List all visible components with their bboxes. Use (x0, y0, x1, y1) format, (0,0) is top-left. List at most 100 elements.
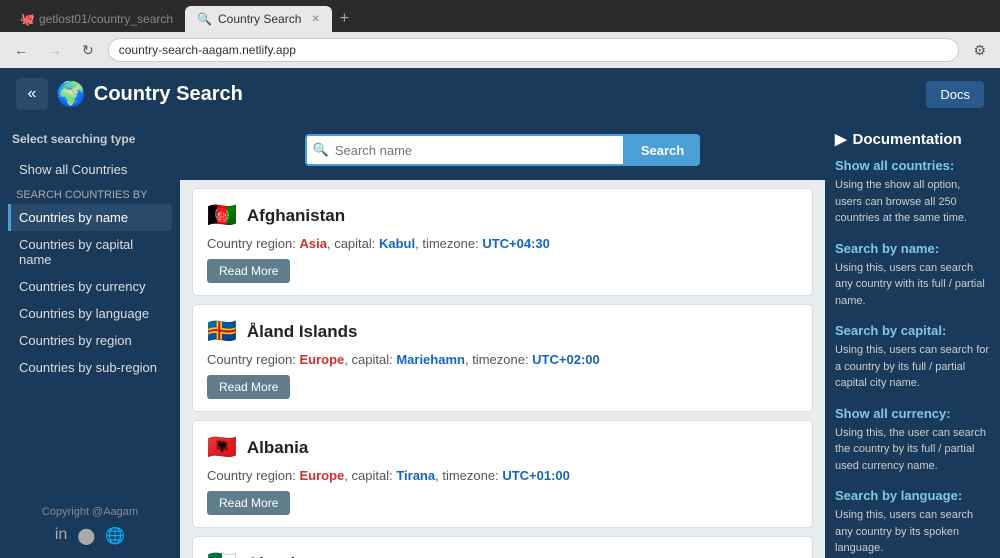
search-button[interactable]: Search (625, 134, 700, 166)
active-tab-label: Country Search (218, 12, 301, 26)
docs-button[interactable]: Docs (926, 81, 984, 108)
search-input[interactable] (305, 134, 625, 166)
region-link[interactable]: Europe (300, 468, 345, 483)
doc-section-search-capital-body: Using this, users can search for a count… (835, 342, 990, 392)
doc-section-search-name-body: Using this, users can search any country… (835, 260, 990, 310)
search-form: 🔍 Search (305, 134, 700, 166)
globe-icon[interactable]: 🌐 (105, 526, 125, 546)
sidebar-item-subregion[interactable]: Countries by sub-region (8, 354, 172, 381)
country-header: 🇦🇽 Åland Islands (207, 317, 798, 346)
forward-button[interactable]: → (42, 40, 68, 60)
docs-panel-title: ▶ Documentation (835, 130, 990, 148)
back-button[interactable]: ← (8, 40, 34, 60)
doc-section-show-currency-title: Show all currency: (835, 406, 990, 421)
tab-active[interactable]: 🔍 Country Search ✕ (185, 6, 332, 32)
search-bar-area: 🔍 Search (180, 120, 825, 180)
country-name: Algeria (247, 554, 305, 558)
sidebar-spacer (8, 381, 172, 506)
region-link[interactable]: Asia (300, 236, 327, 251)
reload-button[interactable]: ↻ (76, 40, 100, 61)
doc-section-show-currency: Show all currency: Using this, the user … (835, 406, 990, 475)
browser-chrome: 🐙 getlost01/country_search 🔍 Country Sea… (0, 0, 1000, 68)
sidebar-item-language[interactable]: Countries by language (8, 300, 172, 327)
country-card-algeria: 🇩🇿 Algeria Country region: Africa, capit… (192, 536, 813, 558)
country-flag: 🇩🇿 (207, 549, 237, 558)
tab-bar: 🐙 getlost01/country_search 🔍 Country Sea… (0, 0, 1000, 32)
app-header: « 🌍 Country Search Docs (0, 68, 1000, 120)
country-card-aland: 🇦🇽 Åland Islands Country region: Europe,… (192, 304, 813, 412)
capital-link[interactable]: Kabul (379, 236, 415, 251)
doc-section-show-all: Show all countries: Using the show all o… (835, 158, 990, 227)
country-info: Country region: Europe, capital: Marieha… (207, 352, 798, 367)
doc-section-search-capital-title: Search by capital: (835, 323, 990, 338)
region-link[interactable]: Europe (300, 352, 345, 367)
tab-inactive[interactable]: 🐙 getlost01/country_search (8, 6, 185, 32)
sidebar-show-all[interactable]: Show all Countries (8, 156, 172, 183)
docs-title-text: Documentation (853, 131, 962, 148)
doc-section-search-name-title: Search by name: (835, 241, 990, 256)
doc-section-show-all-body: Using the show all option, users can bro… (835, 177, 990, 227)
doc-section-show-all-title: Show all countries: (835, 158, 990, 173)
header-logo-icon: 🌍 (56, 80, 86, 109)
doc-section-show-currency-body: Using this, the user can search the coun… (835, 425, 990, 475)
country-header: 🇦🇱 Albania (207, 433, 798, 462)
app-title: Country Search (94, 83, 243, 106)
sidebar-item-name[interactable]: Countries by name (8, 204, 172, 231)
sidebar-social-icons: in ⬤ 🌐 (8, 526, 172, 546)
search-tab-icon: 🔍 (197, 12, 212, 26)
doc-section-search-capital: Search by capital: Using this, users can… (835, 323, 990, 392)
tab-close-icon[interactable]: ✕ (311, 14, 319, 25)
sidebar-copyright: Copyright @Aagam (8, 506, 172, 518)
read-more-button[interactable]: Read More (207, 491, 290, 515)
sidebar-item-capital[interactable]: Countries by capital name (8, 231, 172, 273)
country-flag: 🇦🇽 (207, 317, 237, 346)
search-input-icon: 🔍 (313, 142, 329, 158)
timezone: UTC+04:30 (482, 236, 550, 251)
capital-link[interactable]: Tirana (396, 468, 435, 483)
address-text: country-search-aagam.netlify.app (119, 43, 296, 57)
github-icon[interactable]: ⬤ (77, 526, 95, 546)
sidebar-search-type-title: Select searching type (8, 132, 172, 146)
extensions-button[interactable]: ⚙ (967, 40, 992, 61)
tab-label: getlost01/country_search (39, 12, 173, 26)
country-flag: 🇦🇫 (207, 201, 237, 230)
country-name: Åland Islands (247, 322, 358, 342)
country-info: Country region: Europe, capital: Tirana,… (207, 468, 798, 483)
new-tab-button[interactable]: + (332, 6, 357, 32)
address-bar[interactable]: country-search-aagam.netlify.app (108, 38, 960, 62)
app: « 🌍 Country Search Docs Select searching… (0, 68, 1000, 558)
doc-section-search-language-body: Using this, users can search any country… (835, 507, 990, 557)
header-title: 🌍 Country Search (56, 80, 243, 109)
sidebar-search-by-title: Search Countries by (8, 183, 172, 204)
search-input-wrapper: 🔍 (305, 134, 625, 166)
main-content: 🔍 Search 🇦🇫 Afghanistan Country region: … (180, 120, 825, 558)
nav-bar: ← → ↻ country-search-aagam.netlify.app ⚙ (0, 32, 1000, 68)
doc-section-search-language: Search by language: Using this, users ca… (835, 488, 990, 557)
country-name: Albania (247, 438, 308, 458)
country-card-afghanistan: 🇦🇫 Afghanistan Country region: Asia, cap… (192, 188, 813, 296)
docs-arrow-icon: ▶ (835, 130, 847, 148)
timezone: UTC+02:00 (532, 352, 600, 367)
country-name: Afghanistan (247, 206, 345, 226)
sidebar-item-currency[interactable]: Countries by currency (8, 273, 172, 300)
country-list: 🇦🇫 Afghanistan Country region: Asia, cap… (180, 180, 825, 558)
doc-section-search-name: Search by name: Using this, users can se… (835, 241, 990, 310)
country-info: Country region: Asia, capital: Kabul, ti… (207, 236, 798, 251)
timezone: UTC+01:00 (502, 468, 570, 483)
read-more-button[interactable]: Read More (207, 259, 290, 283)
sidebar-item-region[interactable]: Countries by region (8, 327, 172, 354)
docs-panel: ▶ Documentation Show all countries: Usin… (825, 120, 1000, 558)
collapse-sidebar-button[interactable]: « (16, 78, 48, 110)
sidebar: Select searching type Show all Countries… (0, 120, 180, 558)
github-tab-icon: 🐙 (20, 12, 35, 26)
header-left: « 🌍 Country Search (16, 78, 243, 110)
read-more-button[interactable]: Read More (207, 375, 290, 399)
country-header: 🇩🇿 Algeria (207, 549, 798, 558)
linkedin-icon[interactable]: in (55, 526, 67, 546)
country-card-albania: 🇦🇱 Albania Country region: Europe, capit… (192, 420, 813, 528)
capital-link[interactable]: Mariehamn (396, 352, 465, 367)
country-header: 🇦🇫 Afghanistan (207, 201, 798, 230)
layout: Select searching type Show all Countries… (0, 120, 1000, 558)
doc-section-search-language-title: Search by language: (835, 488, 990, 503)
country-flag: 🇦🇱 (207, 433, 237, 462)
